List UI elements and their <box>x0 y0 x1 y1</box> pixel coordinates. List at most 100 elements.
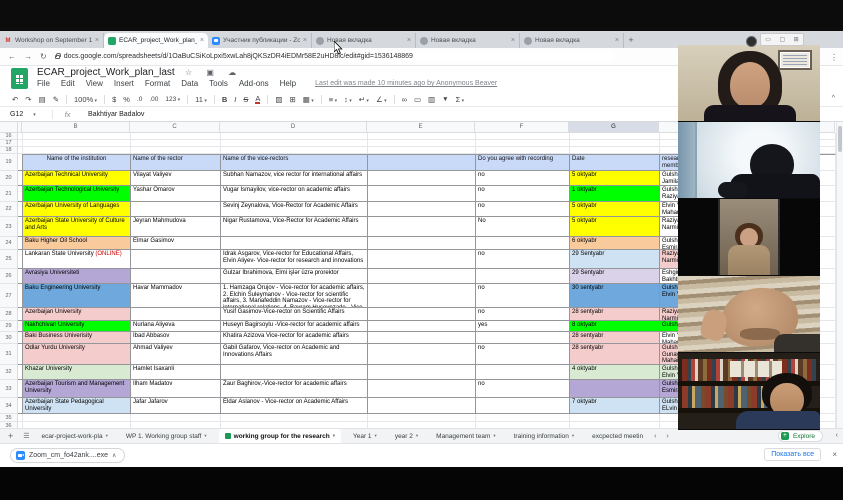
browser-tab-3[interactable]: Участник публикации - Zoom× <box>208 33 312 48</box>
show-all-downloads-button[interactable]: Показать все <box>764 448 821 461</box>
cell-D29[interactable]: Huseyn Bagirsoylu -Vice-rector for acade… <box>221 321 368 332</box>
reload-icon[interactable]: ↻ <box>40 52 47 61</box>
cell-F24[interactable] <box>476 237 570 250</box>
cell-E34[interactable] <box>368 398 476 414</box>
cell-G35[interactable] <box>570 414 660 422</box>
cell-E25[interactable] <box>368 250 476 269</box>
row-number-17[interactable]: 17 <box>0 140 18 147</box>
row-number-25[interactable]: 25 <box>0 250 18 269</box>
cell-G33[interactable] <box>570 380 660 398</box>
back-icon[interactable]: ← <box>8 52 16 61</box>
menu-tools[interactable]: Tools <box>209 79 228 88</box>
cell-F17[interactable] <box>476 140 570 147</box>
percent-icon[interactable]: % <box>123 95 130 104</box>
participant-video-3[interactable] <box>678 199 820 275</box>
row-number-29[interactable]: 29 <box>0 321 18 332</box>
decrease-decimal-icon[interactable]: .0 <box>137 96 142 103</box>
cell-D16[interactable] <box>221 133 368 140</box>
cell-G20[interactable]: 5 oktyabr <box>570 171 660 186</box>
cell-C17[interactable] <box>131 140 221 147</box>
cell-B33[interactable]: Azerbaijan Tourism and Management Univer… <box>23 380 131 398</box>
h-align-icon[interactable]: ≡ ▾ <box>329 95 337 104</box>
column-header-E[interactable]: E <box>367 122 475 133</box>
row-number-30[interactable]: 30 <box>0 332 18 344</box>
video-strip-control-icon-2[interactable]: ▢ <box>779 36 785 43</box>
insert-chart-icon[interactable]: ▥ <box>428 95 435 104</box>
cell-D33[interactable]: Zaur Baghirov,-Vice-rector for academic … <box>221 380 368 398</box>
cell-B24[interactable]: Baku Higher Oil School <box>23 237 131 250</box>
cell-E20[interactable] <box>368 171 476 186</box>
cell-C23[interactable]: Jeyran Mahmudova <box>131 217 221 237</box>
cell-D19[interactable]: Name of the vice-rectors <box>221 154 368 171</box>
currency-icon[interactable]: $ <box>112 95 116 104</box>
cell-F25[interactable]: no <box>476 250 570 269</box>
horizontal-scroll-chevron[interactable]: ‹ <box>836 432 838 439</box>
cell-E28[interactable] <box>368 308 476 321</box>
cell-G32[interactable]: 4 oktyabr <box>570 365 660 380</box>
cell-D26[interactable]: Gulzar Ibrahimova, Elmi işlər üzrə prore… <box>221 269 368 284</box>
cell-B16[interactable] <box>23 133 131 140</box>
cell-G28[interactable]: 28 sentyabr <box>570 308 660 321</box>
add-sheet-button[interactable]: + <box>8 431 13 441</box>
cell-E35[interactable] <box>368 414 476 422</box>
menu-file[interactable]: File <box>37 79 50 88</box>
document-title[interactable]: ECAR_project_Work_plan_last <box>37 67 175 78</box>
cell-F18[interactable] <box>476 147 570 154</box>
cell-D24[interactable] <box>221 237 368 250</box>
cell-B28[interactable]: Azerbaijan University <box>23 308 131 321</box>
cell-F35[interactable] <box>476 414 570 422</box>
cell-B21[interactable]: Azerbaijan Technological University <box>23 186 131 202</box>
cell-F31[interactable]: no <box>476 344 570 365</box>
cell-G18[interactable] <box>570 147 660 154</box>
column-header-G[interactable]: G <box>569 122 659 133</box>
menu-data[interactable]: Data <box>181 79 198 88</box>
filter-icon[interactable]: ▼ <box>442 96 448 103</box>
cell-D35[interactable] <box>221 414 368 422</box>
row-number-20[interactable]: 20 <box>0 171 18 186</box>
cell-D34[interactable]: Eldar Aslanov - Vice-rector on Academic … <box>221 398 368 414</box>
row-number-33[interactable]: 33 <box>0 380 18 398</box>
cell-F30[interactable] <box>476 332 570 344</box>
cell-B17[interactable] <box>23 140 131 147</box>
cell-C27[interactable]: Havar Mammadov <box>131 284 221 308</box>
column-header-C[interactable]: C <box>130 122 220 133</box>
cell-C21[interactable]: Yashar Omarov <box>131 186 221 202</box>
increase-decimal-icon[interactable]: .00 <box>149 96 158 103</box>
explore-button[interactable]: + Explore <box>778 430 823 442</box>
cell-G21[interactable]: 1 oktyabr <box>570 186 660 202</box>
insert-comment-icon[interactable]: ▭ <box>414 95 421 104</box>
cell-B23[interactable]: Azerbaijan State University of Culture a… <box>23 217 131 237</box>
cell-G27[interactable]: 30 sentyabr <box>570 284 660 308</box>
menu-edit[interactable]: Edit <box>61 79 75 88</box>
cell-F21[interactable]: no <box>476 186 570 202</box>
cell-D27[interactable]: 1. Hamzaga Orujov - Vice-rector for acad… <box>221 284 368 308</box>
cell-C32[interactable]: Hamlet Isaxanli <box>131 365 221 380</box>
cell-C33[interactable]: Ilham Madatov <box>131 380 221 398</box>
cell-E19[interactable] <box>368 154 476 171</box>
sheet-tab-2[interactable]: WP 1. Working group staff▾ <box>120 429 213 443</box>
cell-G34[interactable]: 7 oktyabr <box>570 398 660 414</box>
redo-icon[interactable]: ↷ <box>25 95 31 104</box>
cell-G25[interactable]: 29 Sentyabr <box>570 250 660 269</box>
row-number-23[interactable]: 23 <box>0 217 18 237</box>
cell-F20[interactable]: no <box>476 171 570 186</box>
row-number-16[interactable]: 16 <box>0 133 18 140</box>
cell-E18[interactable] <box>368 147 476 154</box>
undo-icon[interactable]: ↶ <box>12 95 18 104</box>
cell-B22[interactable]: Azerbaijan University of Languages <box>23 202 131 217</box>
cell-G19[interactable]: Date <box>570 154 660 171</box>
sheet-tab-8[interactable]: excpected meetin <box>586 429 649 443</box>
column-header-B[interactable]: B <box>22 122 130 133</box>
cell-E29[interactable] <box>368 321 476 332</box>
cell-D30[interactable]: Khatira Azizova Vice-rector for academic… <box>221 332 368 344</box>
cell-C20[interactable]: Vilayat Valiyev <box>131 171 221 186</box>
browser-tab-4[interactable]: Новая вкладка× <box>312 33 416 48</box>
sheet-tab-scroll-arrows[interactable]: ‹ › <box>654 433 673 440</box>
cell-B34[interactable]: Azerbaijan State Pedagogical University <box>23 398 131 414</box>
video-strip-handle-icon[interactable] <box>746 36 757 47</box>
row-number-31[interactable]: 31 <box>0 344 18 365</box>
sheet-tab-3[interactable]: working group for the research▾ <box>219 429 341 443</box>
cell-C18[interactable] <box>131 147 221 154</box>
menu-add-ons[interactable]: Add-ons <box>239 79 269 88</box>
browser-menu-icon[interactable]: ⋮ <box>830 53 838 62</box>
